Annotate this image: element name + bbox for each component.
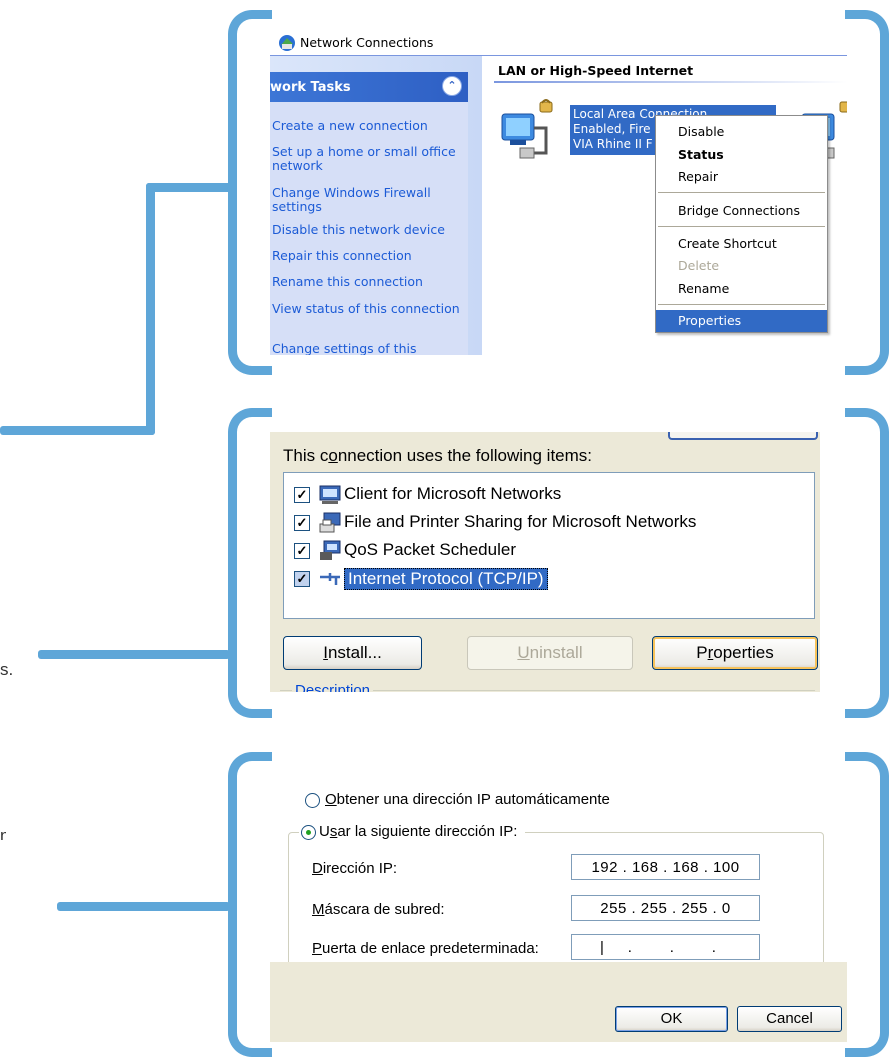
task-firewall-settings[interactable]: Change Windows Firewall settings [272, 186, 462, 214]
manual-ip-label: Usar la siguiente dirección IP: [299, 823, 526, 840]
connector-1-vertical [146, 183, 155, 435]
task-list: Create a new connection Set up a home or… [270, 102, 468, 355]
task-view-status[interactable]: View status of this connection [272, 302, 462, 316]
network-client-icon [319, 485, 341, 504]
install-button[interactable]: Install... [283, 636, 422, 670]
menu-item-create-shortcut[interactable]: Create Shortcut [656, 236, 827, 251]
default-gateway-field[interactable]: | . . . [571, 934, 760, 960]
subnet-mask-label: Máscara de subred: [312, 901, 445, 918]
connector-3 [57, 902, 230, 911]
bracket-left-1 [228, 10, 272, 375]
lan-connection-icon[interactable] [500, 98, 558, 164]
task-repair-connection[interactable]: Repair this connection [272, 249, 462, 263]
cancel-button[interactable]: Cancel [737, 1006, 842, 1032]
item-checkbox[interactable]: ✓ [294, 487, 310, 503]
bracket-right-1 [845, 10, 889, 375]
ok-button[interactable]: OK [615, 1006, 728, 1032]
default-gateway-label: Puerta de enlace predeterminada: [312, 940, 539, 957]
item-checkbox[interactable]: ✓ [294, 515, 310, 531]
menu-item-repair[interactable]: Repair [656, 169, 827, 184]
bracket-right-2 [845, 408, 889, 718]
cropped-text-fragment-2: n [0, 826, 6, 840]
subnet-mask-field[interactable]: 255 . 255 . 255 . 0 [571, 895, 760, 921]
task-home-network[interactable]: Set up a home or small office network [272, 145, 462, 173]
qos-scheduler-icon [320, 540, 341, 560]
item-checkbox[interactable]: ✓ [294, 571, 310, 587]
protocol-icon [320, 573, 340, 585]
section-title: LAN or High-Speed Internet [498, 63, 694, 78]
manual-ip-radio[interactable] [301, 825, 316, 840]
items-caption: This connection uses the following items… [283, 446, 593, 465]
item-checkbox[interactable]: ✓ [294, 543, 310, 559]
menu-item-status[interactable]: Status [656, 147, 827, 162]
task-pane-title: work Tasks [270, 80, 351, 95]
connector-2 [38, 650, 230, 659]
file-printer-sharing-icon [319, 512, 341, 533]
menu-separator [658, 192, 825, 193]
menu-item-delete: Delete [678, 258, 720, 273]
item-label: QoS Packet Scheduler [344, 540, 516, 559]
tcpip-properties-dialog: Obtener una dirección IP automáticamente… [270, 774, 847, 1042]
bracket-left-3 [228, 752, 272, 1057]
section-divider [494, 81, 847, 83]
bracket-left-2 [228, 408, 272, 718]
menu-item-properties[interactable]: Properties [656, 310, 827, 332]
menu-item-rename[interactable]: Rename [656, 281, 827, 296]
cropped-text-fragment: s. [0, 660, 14, 679]
network-connections-icon [279, 35, 295, 51]
components-list[interactable]: ✓ Client for Microsoft Networks ✓ File a… [283, 472, 815, 619]
bracket-right-3 [845, 752, 889, 1057]
connection-properties-dialog: This connection uses the following items… [270, 432, 847, 692]
uninstall-button: Uninstall [467, 636, 633, 670]
network-connections-window: Network Connections work Tasks ⌃ Create … [270, 30, 847, 355]
auto-ip-label: Obtener una dirección IP automáticamente [325, 791, 610, 808]
description-group-label: Description [292, 682, 374, 692]
task-create-connection[interactable]: Create a new connection [272, 119, 462, 133]
window-title: Network Connections [300, 35, 434, 50]
connector-1-bottom [0, 426, 155, 435]
task-pane-header[interactable]: work Tasks ⌃ [270, 72, 468, 102]
configure-button[interactable] [668, 432, 818, 440]
task-disable-device[interactable]: Disable this network device [272, 223, 462, 237]
ip-address-label: Dirección IP: [312, 860, 398, 877]
item-label-selected: Internet Protocol (TCP/IP) [344, 568, 548, 590]
dialog-footer: OK Cancel [270, 962, 847, 1042]
ip-address-field[interactable]: 192 . 168 . 168 . 100 [571, 854, 760, 880]
context-menu: Disable Status Repair Bridge Connections… [655, 115, 828, 333]
task-change-settings[interactable]: Change settings of this [272, 342, 462, 356]
item-label: Client for Microsoft Networks [344, 484, 562, 503]
menu-item-bridge[interactable]: Bridge Connections [656, 203, 827, 218]
item-label: File and Printer Sharing for Microsoft N… [344, 512, 697, 531]
menu-separator [658, 226, 825, 227]
auto-ip-radio[interactable] [305, 793, 320, 808]
menu-item-disable[interactable]: Disable [656, 124, 827, 139]
double-chevron-up-icon[interactable]: ⌃ [442, 76, 462, 96]
task-rename-connection[interactable]: Rename this connection [272, 275, 462, 289]
properties-button[interactable]: Properties [652, 636, 818, 670]
dialog-edge [820, 432, 847, 692]
menu-separator [658, 304, 825, 305]
connector-1-top [146, 183, 231, 192]
title-bar: Network Connections [270, 30, 847, 56]
